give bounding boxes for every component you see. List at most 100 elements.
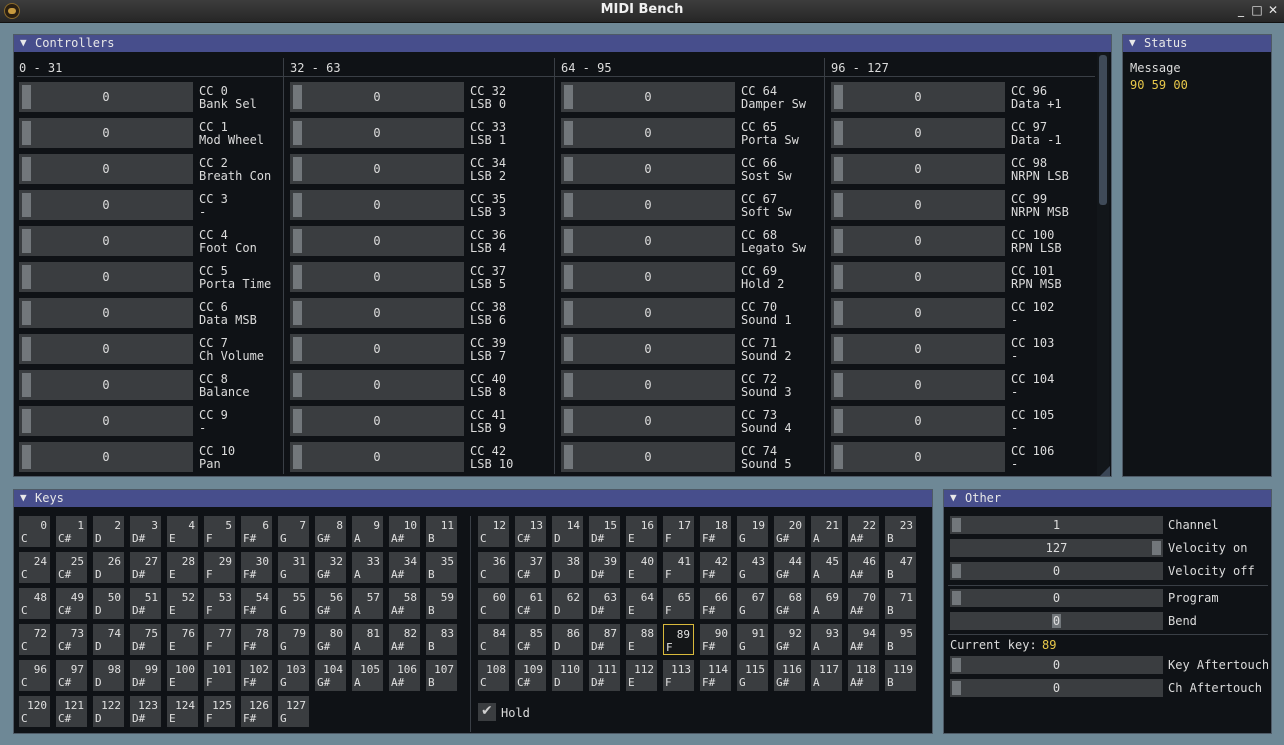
key-114[interactable]: 114 F# — [700, 660, 731, 691]
cc-slider[interactable]: 0 — [290, 370, 464, 400]
key-96[interactable]: 96 C — [19, 660, 50, 691]
key-125[interactable]: 125 F — [204, 696, 235, 727]
key-12[interactable]: 12 C — [478, 516, 509, 547]
key-54[interactable]: 54 F# — [241, 588, 272, 619]
key-31[interactable]: 31 G — [278, 552, 309, 583]
key-8[interactable]: 8 G# — [315, 516, 346, 547]
cc-slider[interactable]: 0 — [290, 190, 464, 220]
key-116[interactable]: 116 G# — [774, 660, 805, 691]
key-50[interactable]: 50 D — [93, 588, 124, 619]
cc-slider[interactable]: 0 — [19, 262, 193, 292]
cc-slider[interactable]: 0 — [19, 190, 193, 220]
key-1[interactable]: 1 C# — [56, 516, 87, 547]
key-93[interactable]: 93 A — [811, 624, 842, 655]
key-74[interactable]: 74 D — [93, 624, 124, 655]
key-110[interactable]: 110 D — [552, 660, 583, 691]
key-6[interactable]: 6 F# — [241, 516, 272, 547]
key-59[interactable]: 59 B — [426, 588, 457, 619]
cc-slider[interactable]: 0 — [19, 226, 193, 256]
key-38[interactable]: 38 D — [552, 552, 583, 583]
cc-slider[interactable]: 0 — [561, 298, 735, 328]
key-33[interactable]: 33 A — [352, 552, 383, 583]
key-84[interactable]: 84 C — [478, 624, 509, 655]
key-aftertouch-slider[interactable]: 0 — [950, 656, 1163, 674]
key-68[interactable]: 68 G# — [774, 588, 805, 619]
cc-slider[interactable]: 0 — [19, 118, 193, 148]
cc-slider[interactable]: 0 — [290, 442, 464, 472]
key-5[interactable]: 5F — [204, 516, 235, 547]
cc-slider[interactable]: 0 — [831, 298, 1005, 328]
key-23[interactable]: 23 B — [885, 516, 916, 547]
key-123[interactable]: 123 D# — [130, 696, 161, 727]
cc-slider[interactable]: 0 — [831, 226, 1005, 256]
channel-slider[interactable]: 1 — [950, 516, 1163, 534]
key-82[interactable]: 82 A# — [389, 624, 420, 655]
key-0[interactable]: 0C — [19, 516, 50, 547]
cc-slider[interactable]: 0 — [831, 262, 1005, 292]
key-52[interactable]: 52 E — [167, 588, 198, 619]
cc-slider[interactable]: 0 — [831, 370, 1005, 400]
key-117[interactable]: 117 A — [811, 660, 842, 691]
key-112[interactable]: 112 E — [626, 660, 657, 691]
key-28[interactable]: 28 E — [167, 552, 198, 583]
key-32[interactable]: 32 G# — [315, 552, 346, 583]
key-42[interactable]: 42 F# — [700, 552, 731, 583]
collapse-arrow-icon[interactable]: ▼ — [20, 491, 27, 504]
cc-slider[interactable]: 0 — [831, 118, 1005, 148]
bend-slider[interactable]: 0 — [950, 612, 1163, 630]
key-17[interactable]: 17 F — [663, 516, 694, 547]
cc-slider[interactable]: 0 — [561, 82, 735, 112]
key-95[interactable]: 95 B — [885, 624, 916, 655]
minimize-button[interactable]: _ — [1234, 3, 1248, 18]
key-111[interactable]: 111 D# — [589, 660, 620, 691]
key-66[interactable]: 66 F# — [700, 588, 731, 619]
key-51[interactable]: 51 D# — [130, 588, 161, 619]
cc-slider[interactable]: 0 — [19, 298, 193, 328]
key-21[interactable]: 21 A — [811, 516, 842, 547]
key-76[interactable]: 76 E — [167, 624, 198, 655]
cc-slider[interactable]: 0 — [561, 370, 735, 400]
key-108[interactable]: 108 C — [478, 660, 509, 691]
key-115[interactable]: 115 G — [737, 660, 768, 691]
key-58[interactable]: 58 A# — [389, 588, 420, 619]
cc-slider[interactable]: 0 — [831, 442, 1005, 472]
collapse-arrow-icon[interactable]: ▼ — [20, 36, 27, 49]
cc-slider[interactable]: 0 — [290, 406, 464, 436]
key-73[interactable]: 73 C# — [56, 624, 87, 655]
velocity-off-slider[interactable]: 0 — [950, 562, 1163, 580]
cc-slider[interactable]: 0 — [561, 334, 735, 364]
key-19[interactable]: 19 G — [737, 516, 768, 547]
key-75[interactable]: 75 D# — [130, 624, 161, 655]
key-44[interactable]: 44 G# — [774, 552, 805, 583]
key-104[interactable]: 104 G# — [315, 660, 346, 691]
cc-slider[interactable]: 0 — [19, 154, 193, 184]
cc-slider[interactable]: 0 — [290, 298, 464, 328]
key-100[interactable]: 100 E — [167, 660, 198, 691]
key-126[interactable]: 126 F# — [241, 696, 272, 727]
key-86[interactable]: 86 D — [552, 624, 583, 655]
cc-slider[interactable]: 0 — [19, 406, 193, 436]
key-41[interactable]: 41 F — [663, 552, 694, 583]
hold-checkbox[interactable]: ✔ — [478, 703, 496, 721]
key-67[interactable]: 67 G — [737, 588, 768, 619]
key-97[interactable]: 97 C# — [56, 660, 87, 691]
key-101[interactable]: 101 F — [204, 660, 235, 691]
key-64[interactable]: 64 E — [626, 588, 657, 619]
key-37[interactable]: 37 C# — [515, 552, 546, 583]
key-61[interactable]: 61 C# — [515, 588, 546, 619]
key-47[interactable]: 47 B — [885, 552, 916, 583]
key-14[interactable]: 14 D — [552, 516, 583, 547]
cc-slider[interactable]: 0 — [290, 154, 464, 184]
key-85[interactable]: 85 C# — [515, 624, 546, 655]
key-91[interactable]: 91 G — [737, 624, 768, 655]
key-29[interactable]: 29 F — [204, 552, 235, 583]
key-113[interactable]: 113 F — [663, 660, 694, 691]
key-80[interactable]: 80 G# — [315, 624, 346, 655]
key-70[interactable]: 70 A# — [848, 588, 879, 619]
controllers-header[interactable]: ▼ Controllers — [14, 35, 1111, 52]
status-header[interactable]: ▼ Status — [1123, 35, 1271, 52]
controllers-scrollbar[interactable] — [1097, 52, 1109, 476]
key-45[interactable]: 45 A — [811, 552, 842, 583]
collapse-arrow-icon[interactable]: ▼ — [1129, 36, 1136, 49]
cc-slider[interactable]: 0 — [561, 118, 735, 148]
